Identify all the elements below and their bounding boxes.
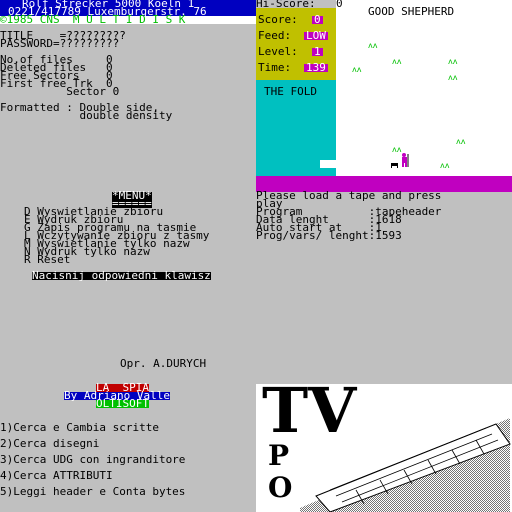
fold-label: THE FOLD	[264, 85, 317, 98]
tv-letter-p: P	[268, 439, 290, 472]
computer-keyboard-icon	[300, 418, 511, 512]
header-line-3: ©1985 CNS M U L T I D I S K	[0, 14, 256, 25]
grass-tuft-icon: ᴧᴧ	[448, 57, 458, 66]
spia-option-5[interactable]: 5)Leggi header e Conta bytes	[0, 486, 185, 497]
hiscore-value: 0	[336, 0, 343, 10]
loader-message-1: Please load a tape and press	[256, 189, 442, 202]
level-label: Level:	[258, 45, 298, 58]
grass-tuft-icon: ᴧᴧ	[456, 137, 466, 146]
game-title: GOOD SHEPHERD	[368, 5, 455, 18]
grass-tuft-icon: ᴧᴧ	[368, 41, 378, 50]
spia-publisher: OLTISOFT	[96, 397, 149, 410]
tv-loading-art: TV P O	[256, 384, 512, 512]
password-field: PASSWORD=?????????	[0, 37, 120, 50]
grass-tuft-icon: ᴧᴧ	[392, 57, 402, 66]
sheepdog-icon	[391, 163, 398, 168]
time-label: Time:	[258, 61, 292, 74]
grass-tuft-icon: ᴧᴧ	[352, 65, 362, 74]
spia-option-4[interactable]: 4)Cerca ATTRIBUTI	[0, 470, 113, 481]
grass-tuft-icon: ᴧᴧ	[440, 161, 450, 170]
time-value: 139	[304, 61, 328, 74]
disk-stat-sector: Sector 0	[0, 85, 120, 98]
menu-prompt: Nacisnij odpowiedni klawisz	[32, 269, 211, 282]
menu-author: Opr. A.DURYCH	[120, 357, 207, 370]
hiscore-label: Hi-Score:	[256, 0, 336, 9]
score-label: Score:	[258, 13, 298, 26]
tv-letter-o: O	[268, 471, 293, 504]
level-value: 1	[312, 45, 323, 58]
score-value: 0	[312, 13, 323, 26]
formatted-line-2: double density	[0, 109, 173, 122]
loader-row-prog-vars: Prog/vars/ lenght:1593	[256, 229, 402, 242]
spia-option-3[interactable]: 3)Cerca UDG con ingranditore	[0, 454, 185, 465]
menu-item-r[interactable]: R Reset	[24, 254, 70, 265]
multidisk-header: Rolf Strecker 5000 Koeln 1 0221/417789 L…	[0, 0, 256, 25]
feed-label: Feed:	[258, 29, 292, 42]
game-field	[336, 0, 512, 176]
spia-option-1[interactable]: 1)Cerca e Cambia scritte	[0, 422, 159, 433]
feed-value: LOW	[304, 29, 328, 42]
fold-gate	[320, 160, 336, 168]
spia-option-2[interactable]: 2)Cerca disegni	[0, 438, 99, 449]
grass-tuft-icon: ᴧᴧ	[448, 73, 458, 82]
